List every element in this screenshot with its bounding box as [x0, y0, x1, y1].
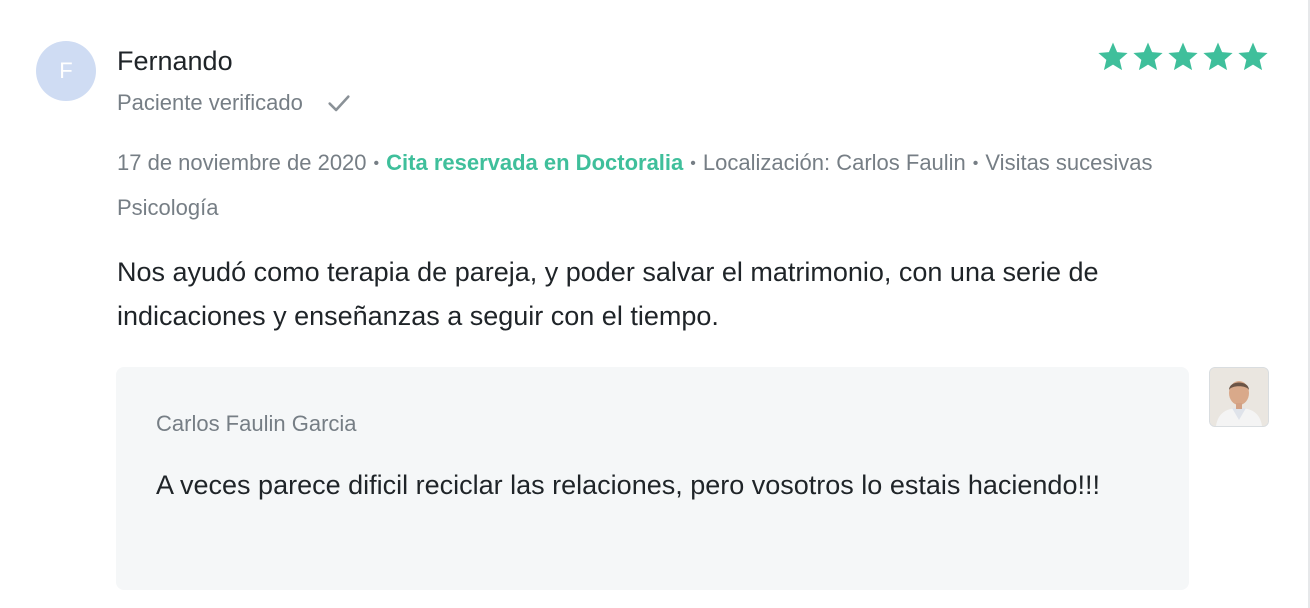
review-meta: 17 de noviembre de 2020 • Cita reservada e…	[117, 150, 1153, 176]
review-date: 17 de noviembre de 2020	[117, 150, 367, 175]
reply-text: A veces parece dificil reciclar las rela…	[156, 470, 1100, 500]
check-icon	[328, 95, 350, 112]
star-icon	[1203, 42, 1233, 71]
doctor-reply: Carlos Faulin Garcia A veces parece difi…	[116, 367, 1189, 590]
verified-label: Paciente verificado	[117, 90, 303, 115]
visit-type: Visitas sucesivas	[985, 150, 1153, 175]
meta-separator: •	[373, 155, 380, 172]
meta-separator: •	[972, 155, 979, 172]
review-text: Nos ayudó como terapia de pareja, y pode…	[117, 257, 1099, 331]
doctor-portrait-image	[1210, 368, 1268, 426]
reviewer-name: Fernando	[117, 46, 233, 76]
star-icon	[1168, 42, 1198, 71]
review-location: Localización: Carlos Faulin	[702, 150, 966, 175]
star-icon	[1238, 42, 1268, 71]
star-icon	[1133, 42, 1163, 71]
doctor-photo	[1209, 367, 1269, 427]
reply-author: Carlos Faulin Garcia	[156, 411, 357, 436]
star-icon	[1098, 42, 1128, 71]
booking-source: Cita reservada en Doctoralia	[386, 150, 684, 175]
review-specialty: Psicología	[117, 195, 219, 220]
avatar-initial: F	[59, 58, 73, 83]
verified-patient-badge: Paciente verificado	[117, 89, 353, 117]
star-rating	[1096, 40, 1270, 74]
meta-separator: •	[690, 155, 696, 172]
reviewer-avatar: F	[36, 41, 96, 101]
